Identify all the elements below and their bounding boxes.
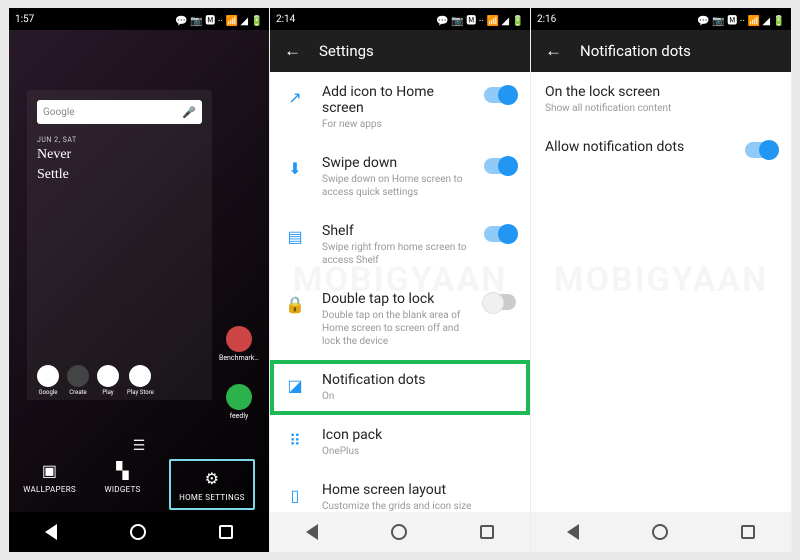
google-search-bar[interactable]: Google 🎤: [37, 100, 202, 124]
lock-icon: 🔒: [284, 293, 306, 315]
overview-card[interactable]: Google 🎤 JUN 2, SAT Never Settle Google …: [27, 90, 212, 400]
status-bar: 2:14 💬 📷 🅼 ·· 📶 ◢ 🔋: [270, 8, 530, 30]
nav-home-icon[interactable]: [391, 524, 407, 540]
nav-bar: [9, 512, 269, 552]
status-time: 1:57: [15, 14, 34, 25]
status-icons: 💬 📷 🅼 ·· 📶 ◢ 🔋: [697, 12, 785, 27]
app-create[interactable]: Create: [67, 365, 89, 396]
switch-double-tap[interactable]: [484, 294, 516, 310]
switch-swipe-down[interactable]: [484, 158, 516, 174]
layout-icon: ▯: [284, 484, 306, 506]
app-bar: ← Notification dots: [531, 30, 791, 72]
app-google[interactable]: Google: [37, 365, 59, 396]
download-icon: ⬇: [284, 157, 306, 179]
nav-recents-icon[interactable]: [219, 525, 233, 539]
row-double-tap-lock[interactable]: 🔒 Double tap to lockDouble tap on the bl…: [270, 279, 530, 360]
status-bar: 2:16 💬 📷 🅼 ·· 📶 ◢ 🔋: [531, 8, 791, 30]
nav-recents-icon[interactable]: [480, 525, 494, 539]
watermark: MOBIGYAAN: [554, 260, 769, 300]
widgets-icon: ▚: [112, 459, 134, 481]
nav-back-icon[interactable]: [567, 524, 579, 540]
gear-icon: ⚙: [201, 467, 223, 489]
phone-2-launcher-settings: 2:14 💬 📷 🅼 ·· 📶 ◢ 🔋 ← Settings ↗ Add ico…: [270, 8, 531, 552]
grid-icon: ⠿: [284, 429, 306, 451]
switch-shelf[interactable]: [484, 226, 516, 242]
switch-allow-dots[interactable]: [745, 142, 777, 158]
status-icons: 💬 📷 🅼 ·· 📶 ◢ 🔋: [436, 12, 524, 27]
app-playstore[interactable]: Play Store: [127, 365, 154, 396]
app-feedly[interactable]: feedly: [226, 384, 252, 420]
nav-bar: [531, 512, 791, 552]
row-icon-pack[interactable]: ⠿ Icon packOnePlus: [270, 415, 530, 470]
widgets-button[interactable]: ▚WIDGETS: [104, 459, 140, 510]
switch-add-icon[interactable]: [484, 87, 516, 103]
back-arrow-icon[interactable]: ←: [545, 41, 562, 61]
row-allow-dots[interactable]: Allow notification dots: [531, 127, 791, 181]
page-title: Settings: [319, 42, 374, 60]
nav-home-icon[interactable]: [652, 524, 668, 540]
open-icon: ↗: [284, 86, 306, 108]
row-swipe-down[interactable]: ⬇ Swipe downSwipe down on Home screen to…: [270, 143, 530, 211]
nav-back-icon[interactable]: [45, 524, 57, 540]
page-title: Notification dots: [580, 42, 691, 60]
shelf-icon: ▤: [284, 225, 306, 247]
back-arrow-icon[interactable]: ←: [284, 41, 301, 61]
drawer-handle-icon[interactable]: ☰: [133, 438, 146, 454]
slogan-line1: Never: [37, 146, 202, 164]
nav-recents-icon[interactable]: [741, 525, 755, 539]
app-benchmark[interactable]: Benchmark…: [219, 326, 259, 362]
phone-1-launcher-overview: 1:57 💬 📷 🅼 ·· 📶 ◢ 🔋 Google 🎤 JUN 2, SAT …: [8, 8, 270, 552]
slogan-line2: Settle: [37, 166, 202, 184]
row-add-icon[interactable]: ↗ Add icon to Home screenFor new apps: [270, 72, 530, 143]
mic-icon[interactable]: 🎤: [182, 106, 196, 119]
app-play[interactable]: Play: [97, 365, 119, 396]
row-lock-screen[interactable]: On the lock screenShow all notification …: [531, 72, 791, 127]
phone-3-notification-dots: 2:16 💬 📷 🅼 ·· 📶 ◢ 🔋 ← Notification dots …: [531, 8, 792, 552]
status-bar: 1:57 💬 📷 🅼 ·· 📶 ◢ 🔋: [9, 8, 269, 30]
wallpaper-icon: ▣: [39, 459, 61, 481]
google-logo: Google: [43, 107, 75, 118]
app-bar: ← Settings: [270, 30, 530, 72]
status-icons: 💬 📷 🅼 ·· 📶 ◢ 🔋: [175, 12, 263, 27]
wallpapers-button[interactable]: ▣WALLPAPERS: [23, 459, 76, 510]
nav-back-icon[interactable]: [306, 524, 318, 540]
nav-bar: [270, 512, 530, 552]
row-shelf[interactable]: ▤ ShelfSwipe right from home screen to a…: [270, 211, 530, 279]
date-label: JUN 2, SAT: [37, 136, 202, 144]
row-notification-dots[interactable]: ◪ Notification dotsOn: [270, 360, 530, 415]
nav-home-icon[interactable]: [130, 524, 146, 540]
status-time: 2:14: [276, 14, 295, 25]
status-time: 2:16: [537, 14, 556, 25]
home-settings-button[interactable]: ⚙HOME SETTINGS: [169, 459, 255, 510]
notification-dot-icon: ◪: [284, 374, 306, 396]
